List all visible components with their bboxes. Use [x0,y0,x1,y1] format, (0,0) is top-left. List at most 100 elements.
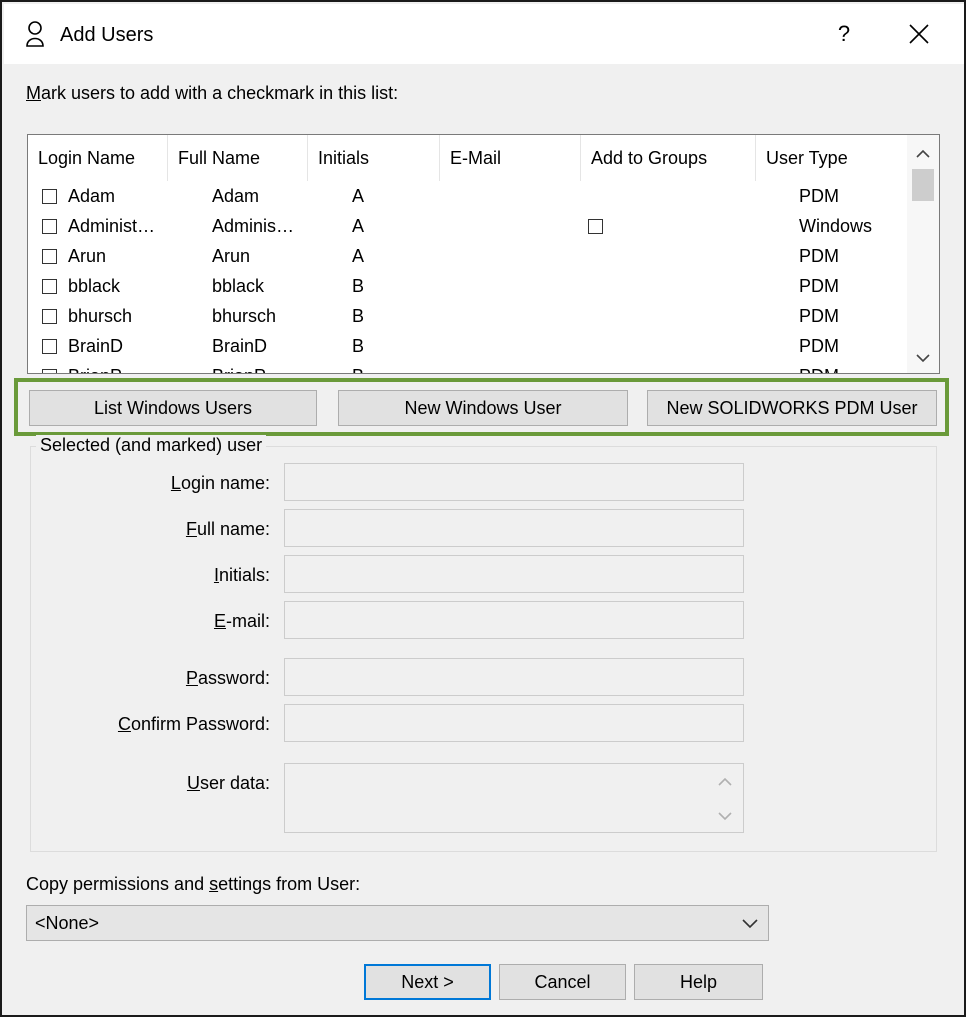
login-name-cell: Adam [68,185,116,206]
full-name-cell: bhursch [212,305,277,326]
copy-label-post: ettings from User: [218,874,361,894]
full-name-cell: Adam [212,185,260,206]
initials-label: Initials: [214,565,270,586]
initials-cell: A [352,185,365,206]
initials-label-text: nitials: [218,565,270,585]
scroll-down-button[interactable] [907,343,939,373]
add-users-dialog: Add Users ? Mark users to add with a che… [0,0,966,1017]
cancel-button[interactable]: Cancel [499,964,626,1000]
list-scrollbar[interactable] [907,135,939,373]
selected-user-group-label: Selected (and marked) user [36,435,267,456]
login-name-cell: Administ… [68,215,156,236]
instructions-text: ark users to add with a checkmark in thi… [41,83,399,103]
chevron-up-icon [718,777,732,786]
title-bar: Add Users ? [4,4,964,64]
full-name-cell: BrainD [212,335,268,356]
full-name-cell: bblack [212,275,265,296]
login-accel: L [170,473,181,493]
user-type-cell: Windows [799,215,873,236]
instructions-accel: M [26,83,41,103]
confirm-password-label: Confirm Password: [118,714,270,735]
user-type-cell: PDM [799,185,839,206]
list-item[interactable]: bblack bblack B PDM [28,271,908,301]
password-accel: P [185,668,198,688]
column-add-to-groups[interactable]: Add to Groups [581,135,756,181]
chevron-down-icon [742,919,758,929]
help-glyph: ? [837,21,851,46]
email-label: E-mail: [214,611,270,632]
login-name-cell: bhursch [68,305,133,326]
email-accel: E [213,611,226,631]
row-checkbox[interactable] [42,338,57,354]
password-label-text: assword: [197,668,270,688]
help-button[interactable]: Help [634,964,763,1000]
initials-cell: B [352,361,364,374]
login-name-field[interactable] [284,463,744,501]
password-field[interactable] [284,658,744,696]
new-pdm-user-button[interactable]: New SOLIDWORKS PDM User [647,390,937,426]
user-type-cell: PDM [799,335,839,356]
email-label-text: -mail: [226,611,270,631]
list-item[interactable]: BrainD BrainD B PDM [28,331,908,361]
scroll-thumb[interactable] [912,169,934,201]
close-icon [909,24,929,44]
new-windows-user-button[interactable]: New Windows User [338,390,628,426]
column-login-name[interactable]: Login Name [28,135,168,181]
row-checkbox[interactable] [42,188,57,204]
chevron-down-icon [718,812,732,821]
password-label: Password: [186,668,270,689]
user-data-textarea[interactable] [284,763,744,833]
list-item[interactable]: Administ… Adminis… A Windows [28,211,908,241]
users-list[interactable]: Login Name Full Name Initials E-Mail Add… [27,134,940,374]
user-icon [26,21,44,47]
user-type-cell: PDM [799,305,839,326]
list-instructions: Mark users to add with a checkmark in th… [26,83,398,104]
list-item[interactable]: bhursch bhursch B PDM [28,301,908,331]
confirm-label-text: onfirm Password: [130,714,270,734]
full-name-label: Full name: [186,519,270,540]
copy-label-pre: Copy permissions and [26,874,210,894]
add-to-groups-checkbox[interactable] [588,218,603,234]
user-data-scroll-up[interactable] [715,772,735,792]
full-label-text: ull name: [196,519,270,539]
close-button[interactable] [884,10,954,58]
chevron-up-icon [916,149,930,158]
login-name-cell: bblack [68,275,121,296]
chevron-down-icon [916,354,930,363]
initials-cell: B [352,305,365,326]
userdata-label-text: ser data: [199,773,270,793]
list-item[interactable]: BrianP BrianP B PDM [28,361,908,374]
userdata-accel: U [186,773,200,793]
user-data-label: User data: [187,773,270,794]
confirm-accel: C [117,714,131,734]
full-name-cell: BrianP [212,361,266,374]
user-type-cell: PDM [799,245,839,266]
initials-cell: A [352,245,365,266]
copy-from-user-select[interactable]: <None> [26,905,769,941]
row-checkbox[interactable] [42,218,57,234]
column-user-type[interactable]: User Type [756,135,888,181]
initials-field[interactable] [284,555,744,593]
row-checkbox[interactable] [42,308,57,324]
row-checkbox[interactable] [42,278,57,294]
column-full-name[interactable]: Full Name [168,135,308,181]
user-data-scroll-down[interactable] [715,806,735,826]
column-email[interactable]: E-Mail [440,135,581,181]
email-field[interactable] [284,601,744,639]
next-button[interactable]: Next > [364,964,491,1000]
initials-cell: B [352,335,365,356]
full-name-cell: Adminis… [212,215,295,236]
list-item[interactable]: Arun Arun A PDM [28,241,908,271]
help-title-button[interactable]: ? [814,10,874,58]
full-name-field[interactable] [284,509,744,547]
login-label-text: ogin name: [180,473,270,493]
row-checkbox[interactable] [42,248,57,264]
column-initials[interactable]: Initials [308,135,440,181]
list-windows-users-button[interactable]: List Windows Users [29,390,317,426]
login-name-cell: BrainD [68,335,124,356]
row-checkbox[interactable] [42,368,57,373]
scroll-up-button[interactable] [907,139,939,169]
initials-cell: B [352,275,365,296]
confirm-password-field[interactable] [284,704,744,742]
list-item[interactable]: Adam Adam A PDM [28,181,908,211]
